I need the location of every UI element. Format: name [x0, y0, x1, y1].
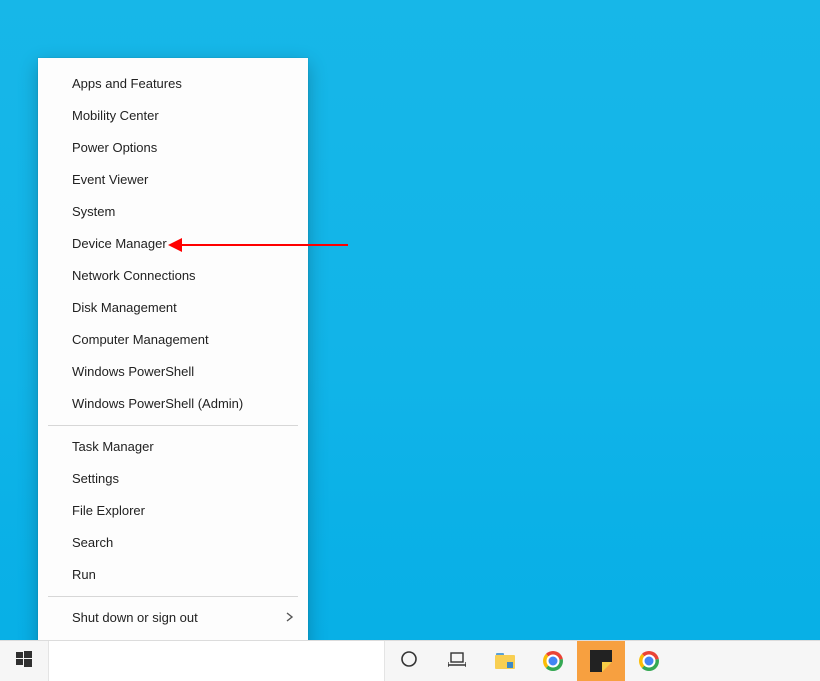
menu-separator [48, 596, 298, 597]
menu-item-windows-powershell[interactable]: Windows PowerShell [38, 356, 308, 388]
taskbar-item-chrome-2[interactable] [625, 641, 673, 681]
menu-item-label: Network Connections [72, 268, 196, 283]
menu-item-shut-down-or-sign-out[interactable]: Shut down or sign out [38, 602, 308, 634]
menu-item-computer-management[interactable]: Computer Management [38, 324, 308, 356]
file-explorer-icon [495, 653, 515, 669]
menu-item-apps-and-features[interactable]: Apps and Features [38, 68, 308, 100]
sticky-notes-icon [590, 650, 612, 672]
menu-item-run[interactable]: Run [38, 559, 308, 591]
windows-logo-icon [16, 651, 32, 672]
start-button[interactable] [0, 641, 48, 681]
menu-item-label: Windows PowerShell (Admin) [72, 396, 243, 411]
taskbar-item-task-view[interactable] [433, 641, 481, 681]
menu-item-label: Mobility Center [72, 108, 159, 123]
menu-item-label: Disk Management [72, 300, 177, 315]
menu-item-device-manager[interactable]: Device Manager [38, 228, 308, 260]
menu-item-label: Device Manager [72, 236, 167, 251]
taskbar-search-box[interactable] [48, 641, 385, 681]
menu-item-task-manager[interactable]: Task Manager [38, 431, 308, 463]
menu-item-label: Windows PowerShell [72, 364, 194, 379]
desktop[interactable]: Apps and Features Mobility Center Power … [0, 0, 820, 681]
taskbar-item-file-explorer[interactable] [481, 641, 529, 681]
menu-item-search[interactable]: Search [38, 527, 308, 559]
menu-item-label: System [72, 204, 115, 219]
menu-item-settings[interactable]: Settings [38, 463, 308, 495]
menu-item-label: Settings [72, 471, 119, 486]
menu-item-label: Task Manager [72, 439, 154, 454]
taskbar-pinned-apps [385, 641, 673, 681]
menu-separator [48, 425, 298, 426]
menu-item-power-options[interactable]: Power Options [38, 132, 308, 164]
taskbar-item-sticky-notes[interactable] [577, 641, 625, 681]
power-user-menu: Apps and Features Mobility Center Power … [38, 58, 308, 676]
menu-item-label: Power Options [72, 140, 157, 155]
menu-item-disk-management[interactable]: Disk Management [38, 292, 308, 324]
menu-item-file-explorer[interactable]: File Explorer [38, 495, 308, 527]
chevron-right-icon [286, 602, 294, 634]
taskbar-item-cortana[interactable] [385, 641, 433, 681]
menu-item-label: Event Viewer [72, 172, 148, 187]
menu-item-label: File Explorer [72, 503, 145, 518]
menu-item-label: Computer Management [72, 332, 209, 347]
taskbar-item-chrome[interactable] [529, 641, 577, 681]
menu-item-mobility-center[interactable]: Mobility Center [38, 100, 308, 132]
task-view-icon [448, 651, 466, 672]
menu-item-event-viewer[interactable]: Event Viewer [38, 164, 308, 196]
cortana-circle-icon [400, 650, 418, 673]
menu-item-network-connections[interactable]: Network Connections [38, 260, 308, 292]
menu-item-windows-powershell-admin[interactable]: Windows PowerShell (Admin) [38, 388, 308, 420]
taskbar [0, 640, 820, 681]
menu-item-system[interactable]: System [38, 196, 308, 228]
menu-item-label: Apps and Features [72, 76, 182, 91]
menu-item-label: Search [72, 535, 113, 550]
chrome-icon [543, 651, 563, 671]
chrome-icon [639, 651, 659, 671]
menu-item-label: Shut down or sign out [72, 610, 198, 625]
menu-item-label: Run [72, 567, 96, 582]
